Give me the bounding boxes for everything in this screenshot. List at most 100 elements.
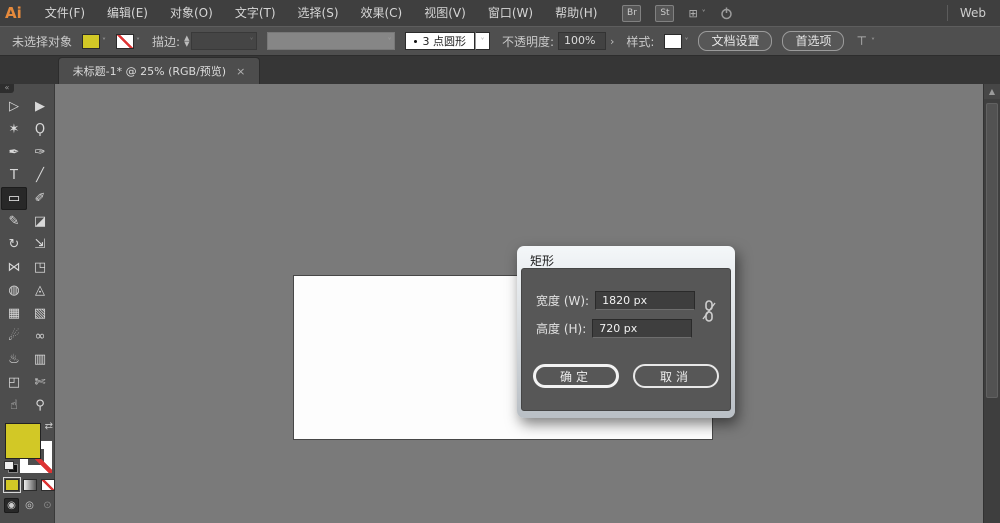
- blend-tool[interactable]: ∞: [27, 325, 53, 348]
- eyedropper-tool[interactable]: ☄: [1, 325, 27, 348]
- brush-dot-icon: [414, 39, 418, 43]
- width-field[interactable]: [595, 291, 696, 310]
- bridge-icon[interactable]: Br: [622, 4, 642, 22]
- stroke-weight-stepper[interactable]: ▲ ▼: [184, 35, 189, 48]
- mesh-tool[interactable]: ▦: [1, 302, 27, 325]
- menu-item[interactable]: 效果(C): [350, 0, 414, 26]
- toolbar-collapse-button[interactable]: «: [0, 84, 14, 93]
- scrollbar-thumb[interactable]: [986, 103, 998, 398]
- close-icon[interactable]: ×: [236, 65, 245, 78]
- gradient-tool[interactable]: ▧: [27, 302, 53, 325]
- zoom-tool[interactable]: ⚲: [27, 394, 53, 417]
- workspace-switcher[interactable]: Web: [960, 6, 986, 20]
- chevron-down-icon[interactable]: ˅: [136, 37, 140, 46]
- brush-definition-control[interactable]: 3 点圆形 ˅: [405, 32, 490, 50]
- style-control[interactable]: ˅: [664, 33, 688, 49]
- tools-panel: « ▷ ▶ ✶ Ϙ ✒ ✑ T ╱ ▭ ✐ ✎ ◪ ↻ ⇲ ⋈ ◳ ◍ ◬ ▦ ▧ ☄ ∞ ♨ ▥ ◰ ✄ ☝ ⚲ ⇄ ◉ ◎ ⊙: [0, 84, 55, 523]
- column-graph-tool[interactable]: ▥: [27, 348, 53, 371]
- width-tool[interactable]: ⋈: [1, 256, 27, 279]
- default-fill-stroke-icon[interactable]: [4, 461, 18, 473]
- direct-selection-tool[interactable]: ▶: [27, 95, 53, 118]
- brush-definition-value[interactable]: 3 点圆形: [405, 32, 475, 50]
- app-logo: Ai: [5, 4, 22, 22]
- opacity-field[interactable]: 100%: [558, 32, 606, 50]
- width-label: 宽度 (W):: [536, 294, 590, 308]
- free-transform-tool[interactable]: ◳: [27, 256, 53, 279]
- tool-grid: ▷ ▶ ✶ Ϙ ✒ ✑ T ╱ ▭ ✐ ✎ ◪ ↻ ⇲ ⋈ ◳ ◍ ◬ ▦ ▧ ☄ ∞ ♨ ▥ ◰ ✄ ☝ ⚲: [0, 95, 54, 417]
- draw-behind-mode-button[interactable]: ◎: [22, 498, 37, 513]
- stroke-color-swatch[interactable]: [116, 33, 135, 49]
- paintbrush-tool[interactable]: ✐: [27, 187, 53, 210]
- dialog-body: 宽度 (W): 高度 (H): 确定 取消: [521, 268, 731, 411]
- symbol-sprayer-tool[interactable]: ♨: [1, 348, 27, 371]
- stock-icon[interactable]: St: [655, 4, 675, 22]
- pen-tool[interactable]: ✒: [1, 141, 27, 164]
- selection-tool[interactable]: ▷: [1, 95, 27, 118]
- arrange-documents-button[interactable]: ⊞ ˅: [688, 7, 705, 20]
- variable-width-profile-dropdown: ˅: [267, 32, 396, 50]
- artboard-tool[interactable]: ◰: [1, 371, 27, 394]
- type-tool[interactable]: T: [1, 164, 27, 187]
- stroke-color-control[interactable]: ˅: [116, 33, 140, 49]
- drawing-mode-buttons: ◉ ◎ ⊙: [4, 498, 55, 513]
- menu-item[interactable]: 视图(V): [413, 0, 477, 26]
- slice-tool[interactable]: ✄: [27, 371, 53, 394]
- document-setup-button[interactable]: 文档设置: [698, 31, 773, 51]
- rotate-tool[interactable]: ↻: [1, 233, 27, 256]
- cs-live-icon: [720, 7, 733, 20]
- rectangle-tool[interactable]: ▭: [1, 187, 27, 210]
- menu-item[interactable]: 窗口(W): [477, 0, 544, 26]
- style-label: 样式:: [626, 34, 655, 49]
- document-tab[interactable]: 未标题-1* @ 25% (RGB/预览) ×: [58, 57, 260, 84]
- fill-stroke-control: ⇄: [0, 421, 55, 479]
- menu-item[interactable]: 选择(S): [287, 0, 350, 26]
- menu-items: 文件(F) 编辑(E) 对象(O) 文字(T) 选择(S) 效果(C) 视图(V) 窗口(W)…: [34, 0, 609, 26]
- cancel-button[interactable]: 取消: [633, 364, 719, 388]
- rectangle-dialog: 矩形 宽度 (W): 高度 (H): 确定 取消: [517, 246, 735, 418]
- fill-color-swatch[interactable]: [82, 33, 101, 49]
- unlink-dimensions-icon[interactable]: [702, 299, 716, 327]
- draw-normal-mode-button[interactable]: ◉: [4, 498, 19, 513]
- scroll-up-icon[interactable]: ▲: [984, 84, 1000, 99]
- menu-item[interactable]: 帮助(H): [544, 0, 608, 26]
- align-panel-icon: ⊤: [856, 34, 867, 48]
- document-tab-bar: 未标题-1* @ 25% (RGB/预览) ×: [0, 56, 1000, 84]
- menu-item[interactable]: 编辑(E): [96, 0, 159, 26]
- swap-fill-stroke-icon[interactable]: ⇄: [45, 421, 53, 432]
- pencil-tool[interactable]: ✎: [1, 210, 27, 233]
- chevron-down-icon: ˅: [870, 36, 875, 46]
- chevron-down-icon[interactable]: ˅: [474, 32, 490, 50]
- preferences-button[interactable]: 首选项: [782, 31, 845, 51]
- magic-wand-tool[interactable]: ✶: [1, 118, 27, 141]
- fill-color-control[interactable]: ˅: [82, 33, 106, 49]
- lasso-tool[interactable]: Ϙ: [27, 118, 53, 141]
- color-button[interactable]: [3, 477, 21, 493]
- chevron-down-icon[interactable]: ˅: [102, 37, 106, 46]
- menu-item[interactable]: 对象(O): [159, 0, 224, 26]
- hand-tool[interactable]: ☝: [1, 394, 27, 417]
- stroke-weight-label: 描边:: [152, 34, 181, 49]
- shape-builder-tool[interactable]: ◍: [1, 279, 27, 302]
- line-segment-tool[interactable]: ╱: [27, 164, 53, 187]
- none-button[interactable]: [41, 479, 55, 491]
- menu-item[interactable]: 文字(T): [224, 0, 287, 26]
- menu-item[interactable]: 文件(F): [34, 0, 96, 26]
- perspective-grid-tool[interactable]: ◬: [27, 279, 53, 302]
- menu-bar: Ai 文件(F) 编辑(E) 对象(O) 文字(T) 选择(S) 效果(C) 视图(V) 窗口…: [0, 0, 1000, 26]
- control-bar: 未选择对象 ˅ ˅ 描边: ▲ ▼ ˅ ˅ 3 点圆形 ˅ 不透明度: 100% …: [0, 26, 1000, 56]
- vertical-scrollbar[interactable]: ▲: [983, 84, 1000, 523]
- scale-tool[interactable]: ⇲: [27, 233, 53, 256]
- blob-brush-tool[interactable]: ✑: [27, 141, 53, 164]
- paint-style-buttons: [3, 477, 55, 493]
- eraser-tool[interactable]: ◪: [27, 210, 53, 233]
- ok-button[interactable]: 确定: [533, 364, 619, 388]
- height-field[interactable]: [592, 319, 693, 338]
- opacity-more-button[interactable]: ›: [610, 35, 614, 48]
- style-swatch[interactable]: [664, 33, 683, 49]
- draw-inside-mode-button[interactable]: ⊙: [40, 498, 55, 513]
- fill-swatch[interactable]: [5, 423, 41, 459]
- panel-options-button[interactable]: ⊤ ˅: [856, 34, 874, 48]
- dialog-title: 矩形: [530, 254, 555, 268]
- chevron-down-icon[interactable]: ˅: [684, 37, 688, 46]
- gradient-button[interactable]: [23, 479, 37, 491]
